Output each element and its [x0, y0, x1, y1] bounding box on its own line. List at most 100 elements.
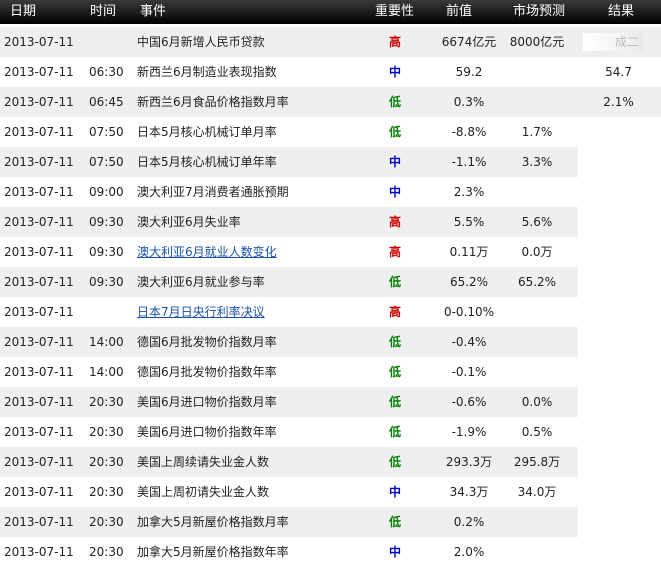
table-row: 2013-07-11 07:50 日本5月核心机械订单月率 低 -8.8% 1.…: [0, 117, 661, 147]
cell-result: [576, 387, 661, 417]
importance-badge: 中: [388, 65, 401, 79]
cell-time: 14:00: [89, 335, 124, 349]
cell-event: 美国上周初请失业金人数: [137, 485, 270, 499]
importance-badge: 低: [388, 125, 401, 139]
cell-time: 09:30: [89, 245, 124, 259]
cell-forecast: 0.0%: [521, 395, 553, 409]
cell-time: 20:30: [89, 485, 124, 499]
cell-forecast: 34.0万: [517, 485, 557, 499]
cell-time: 09:30: [89, 215, 124, 229]
importance-badge: 高: [388, 245, 401, 259]
cell-event: 美国6月进口物价指数月率: [137, 395, 277, 409]
importance-badge: 低: [388, 95, 401, 109]
cell-date: 2013-07-11: [4, 485, 74, 499]
header-previous: 前值: [446, 4, 473, 19]
cell-forecast: [484, 177, 590, 207]
table-row: 2013-07-11 14:00 德国6月批发物价指数月率 低 -0.4%: [0, 327, 661, 357]
cell-result: [576, 267, 661, 297]
header-forecast: 市场预测: [513, 4, 566, 19]
header-date: 日期: [10, 4, 37, 19]
cell-time: 20:30: [89, 515, 124, 529]
cell-time: 14:00: [89, 365, 124, 379]
cell-time: 20:30: [89, 425, 124, 439]
cell-time: 20:30: [89, 545, 124, 559]
importance-badge: 中: [388, 155, 401, 169]
table-row: 2013-07-11 中国6月新增人民币贷款 高 6674亿元 8000亿元 成…: [0, 27, 661, 57]
cell-date: 2013-07-11: [4, 245, 74, 259]
cell-time: 20:30: [89, 395, 124, 409]
cell-time: 06:30: [89, 65, 124, 79]
importance-badge: 低: [388, 335, 401, 349]
importance-badge: 中: [388, 545, 401, 559]
importance-badge: 低: [388, 515, 401, 529]
table-row: 2013-07-11 06:45 新西兰6月食品价格指数月率 低 0.3% 2.…: [0, 87, 661, 117]
cell-date: 2013-07-11: [4, 455, 74, 469]
cell-time: 09:00: [89, 185, 124, 199]
importance-badge: 高: [388, 35, 401, 49]
table-row: 2013-07-11 07:50 日本5月核心机械订单年率 中 -1.1% 3.…: [0, 147, 661, 177]
cell-result: 54.7: [605, 65, 632, 79]
cell-date: 2013-07-11: [4, 515, 74, 529]
cell-forecast: [484, 297, 590, 327]
cell-date: 2013-07-11: [4, 185, 74, 199]
cell-date: 2013-07-11: [4, 425, 74, 439]
cell-event: 澳大利亚6月失业率: [137, 215, 241, 229]
table-row: 2013-07-11 20:30 美国6月进口物价指数月率 低 -0.6% 0.…: [0, 387, 661, 417]
cell-event: 美国上周续请失业金人数: [137, 455, 270, 469]
cell-forecast: [484, 357, 590, 387]
table-row: 2013-07-11 09:30 澳大利亚6月失业率 高 5.5% 5.6%: [0, 207, 661, 237]
importance-badge: 中: [388, 485, 401, 499]
cell-time: 20:30: [89, 455, 124, 469]
cell-result: [576, 177, 661, 207]
cell-event: 德国6月批发物价指数年率: [137, 365, 277, 379]
importance-badge: 中: [388, 185, 401, 199]
cell-date: 2013-07-11: [4, 65, 74, 79]
cell-forecast: [484, 87, 590, 117]
cell-forecast: 65.2%: [517, 275, 557, 289]
importance-badge: 低: [388, 275, 401, 289]
result-redacted: 成二: [583, 33, 643, 51]
cell-date: 2013-07-11: [4, 95, 74, 109]
cell-result: [576, 417, 661, 447]
table-row: 2013-07-11 06:30 新西兰6月制造业表现指数 中 59.2 54.…: [0, 57, 661, 87]
cell-result: [576, 327, 661, 357]
cell-result: [576, 357, 661, 387]
cell-forecast: 3.3%: [521, 155, 553, 169]
event-link[interactable]: 日本7月日央行利率决议: [137, 297, 265, 327]
header-importance: 重要性: [375, 4, 415, 19]
cell-time: 06:45: [89, 95, 124, 109]
cell-result: [576, 537, 661, 567]
cell-date: 2013-07-11: [4, 35, 74, 49]
cell-date: 2013-07-11: [4, 275, 74, 289]
table-header: 日期 时间 事件 重要性 前值 市场预测 结果: [0, 0, 661, 24]
cell-date: 2013-07-11: [4, 155, 74, 169]
table-row: 2013-07-11 09:30 澳大利亚6月就业人数变化 高 0.11万 0.…: [0, 237, 661, 267]
cell-time: 07:50: [89, 155, 124, 169]
event-link[interactable]: 澳大利亚6月就业人数变化: [137, 237, 277, 267]
cell-result: [576, 477, 661, 507]
cell-date: 2013-07-11: [4, 125, 74, 139]
cell-forecast: [484, 57, 590, 87]
cell-event: 日本5月核心机械订单月率: [137, 125, 277, 139]
cell-date: 2013-07-11: [4, 335, 74, 349]
cell-date: 2013-07-11: [4, 215, 74, 229]
cell-result: 2.1%: [603, 95, 634, 109]
cell-event: 美国6月进口物价指数年率: [137, 425, 277, 439]
table-row: 2013-07-11 日本7月日央行利率决议 高 0-0.10%: [0, 297, 661, 327]
importance-badge: 低: [388, 395, 401, 409]
header-result: 结果: [608, 4, 635, 19]
cell-date: 2013-07-11: [4, 365, 74, 379]
cell-event: 澳大利亚7月消费者通胀预期: [137, 185, 289, 199]
cell-event: 新西兰6月制造业表现指数: [137, 65, 277, 79]
table-row: 2013-07-11 14:00 德国6月批发物价指数年率 低 -0.1%: [0, 357, 661, 387]
cell-forecast: 0.5%: [521, 425, 553, 439]
cell-time: 09:30: [89, 275, 124, 289]
cell-result: [576, 447, 661, 477]
importance-badge: 高: [388, 215, 401, 229]
cell-result: [576, 297, 661, 327]
importance-badge: 高: [388, 305, 401, 319]
economic-calendar: 日期 时间 事件 重要性 前值 市场预测 结果 2013-07-11 中国6月新…: [0, 0, 661, 574]
importance-badge: 低: [388, 455, 401, 469]
table-row: 2013-07-11 20:30 加拿大5月新屋价格指数月率 低 0.2%: [0, 507, 661, 537]
cell-event: 中国6月新增人民币贷款: [137, 35, 265, 49]
